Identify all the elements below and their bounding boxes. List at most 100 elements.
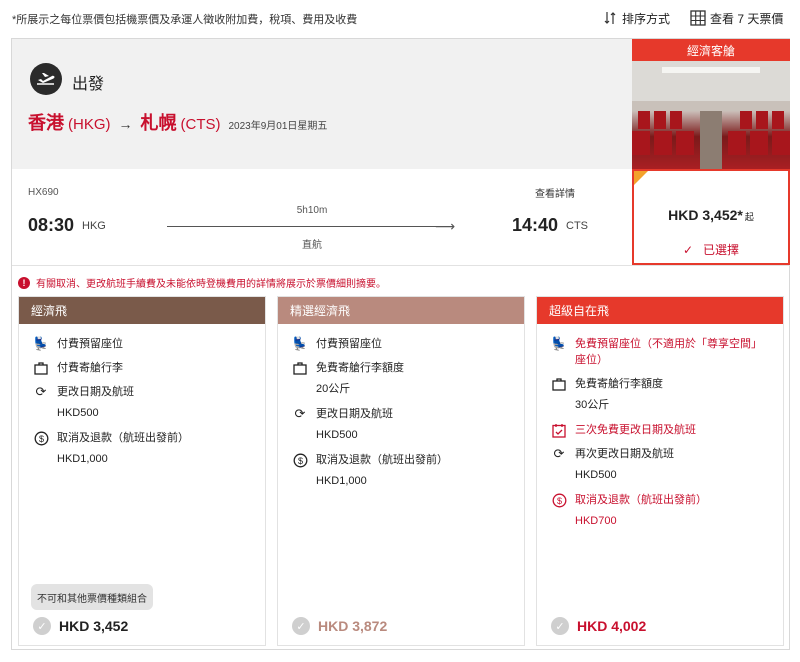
flight-date: 2023年9月01日星期五 xyxy=(228,121,328,132)
warning-text: 有關取消、更改航班手續費及未能依時登機費用的詳情將展示於票價細則摘要。 xyxy=(36,279,386,290)
check-circle-icon: ✓ xyxy=(292,617,310,635)
flight-duration: 5h10m xyxy=(296,205,328,216)
feature-detail: HKD500 xyxy=(57,407,99,419)
cabin-price-suffix: 起 xyxy=(744,212,754,222)
refund-icon: $ xyxy=(292,452,308,468)
feature-baggage: 免費寄艙行李額度 xyxy=(551,376,783,392)
departure-header: 出發 香港 (HKG) → 札幌 (CTS) 2023年9月01日星期五 xyxy=(12,39,632,169)
cabin-price-selected[interactable]: HKD 3,452* 起 ✓ 已選擇 xyxy=(632,169,790,265)
feature-seat: 💺 免費預留座位（不適用於「尊享空間」座位） xyxy=(551,336,783,368)
stops-label: 直航 xyxy=(302,240,322,251)
sort-icon xyxy=(604,12,616,24)
timeline-line xyxy=(167,226,445,227)
arrival-airport: CTS xyxy=(566,220,588,232)
fare-price[interactable]: ✓ HKD 4,002 xyxy=(551,617,646,635)
feature-change: ⟳ 更改日期及航班 xyxy=(33,384,265,400)
feature-text: 付費預留座位 xyxy=(316,338,382,350)
bag-icon xyxy=(551,376,567,392)
flight-details-link[interactable]: 查看詳情 xyxy=(535,185,575,200)
route-arrow-icon: → xyxy=(118,116,133,132)
refund-icon: $ xyxy=(551,492,567,508)
view-7-day-fares-button[interactable]: 查看 7 天票價 xyxy=(690,9,783,27)
feature-text: 付費寄艙行李 xyxy=(57,362,123,374)
fare-header: 超級自在飛 xyxy=(537,297,783,324)
flight-number: HX690 xyxy=(28,187,59,198)
departure-time: 08:30 xyxy=(28,215,75,235)
direction-label: 出發 xyxy=(72,76,105,93)
fare-price[interactable]: ✓ HKD 3,452 xyxy=(33,617,128,635)
alert-icon: ! xyxy=(18,276,30,289)
route: 香港 (HKG) → 札幌 (CTS) 2023年9月01日星期五 xyxy=(28,109,327,135)
sort-button[interactable]: 排序方式 xyxy=(604,9,670,27)
feature-seat: 💺 付費預留座位 xyxy=(33,336,265,352)
feature-text: 更改日期及航班 xyxy=(57,386,134,398)
fare-option-economy-plus[interactable]: 精選經濟飛 💺 付費預留座位 免費寄艙行李額度 20公斤 ⟳ 更改日期及航班 H… xyxy=(277,296,525,646)
arrival-time: 14:40 xyxy=(512,215,559,235)
fee-warning: ! 有關取消、更改航班手續費及未能依時登機費用的詳情將展示於票價細則摘要。 xyxy=(18,275,386,290)
week-label: 查看 7 天票價 xyxy=(710,11,784,26)
sort-label: 排序方式 xyxy=(622,11,671,26)
change-icon: ⟳ xyxy=(553,446,565,461)
feature-text: 三次免費更改日期及航班 xyxy=(575,424,696,436)
fare-note: *所展示之每位票價包括機票價及承運人徵收附加費，稅項、費用及收費 xyxy=(12,14,358,26)
change-icon: ⟳ xyxy=(294,406,306,421)
fare-amount: HKD 3,872 xyxy=(318,618,388,634)
destination-city: 札幌 xyxy=(140,113,177,133)
bag-icon xyxy=(33,360,49,376)
timeline-arrow-icon: ⟶ xyxy=(435,218,456,234)
bag-icon xyxy=(292,360,308,376)
feature-detail: HKD700 xyxy=(575,515,617,527)
feature-text: 更改日期及航班 xyxy=(316,408,393,420)
feature-detail: HKD500 xyxy=(316,429,358,441)
divider xyxy=(12,265,790,266)
calendar-check-icon xyxy=(551,422,567,438)
feature-text: 免費寄艙行李額度 xyxy=(575,378,663,390)
feature-refund: $ 取消及退款（航班出發前） xyxy=(292,452,524,468)
feature-detail: 20公斤 xyxy=(316,383,351,395)
fare-price[interactable]: ✓ HKD 3,872 xyxy=(292,617,387,635)
feature-seat: 💺 付費預留座位 xyxy=(292,336,524,352)
plane-takeoff-icon xyxy=(30,63,62,95)
cabin-price: HKD 3,452* 起 xyxy=(634,207,788,223)
destination-code: (CTS) xyxy=(180,116,221,133)
origin-city: 香港 xyxy=(28,113,64,133)
feature-change: ⟳ 更改日期及航班 xyxy=(292,406,524,422)
fare-option-super-flex[interactable]: 超級自在飛 💺 免費預留座位（不適用於「尊享空間」座位） 免費寄艙行李額度 30… xyxy=(536,296,784,646)
change-icon: ⟳ xyxy=(35,384,47,399)
feature-change: ⟳ 再次更改日期及航班 xyxy=(551,446,783,462)
feature-detail: HKD1,000 xyxy=(57,453,108,465)
fare-option-economy[interactable]: 經濟飛 💺 付費預留座位 付費寄艙行李 ⟳ 更改日期及航班 HKD500 $ 取… xyxy=(18,296,266,646)
feature-text: 再次更改日期及航班 xyxy=(575,448,674,460)
feature-text: 免費預留座位（不適用於「尊享空間」座位） xyxy=(575,338,762,366)
feature-detail: HKD1,000 xyxy=(316,475,367,487)
fare-amount: HKD 3,452 xyxy=(59,618,129,634)
feature-detail: 30公斤 xyxy=(575,399,610,411)
fare-header: 精選經濟飛 xyxy=(278,297,524,324)
selected-label: 已選擇 xyxy=(703,243,740,257)
origin-code: (HKG) xyxy=(68,116,111,133)
cabin-title: 經濟客艙 xyxy=(632,39,790,61)
refund-icon: $ xyxy=(33,430,49,446)
fare-header: 經濟飛 xyxy=(19,297,265,324)
feature-text: 取消及退款（航班出發前） xyxy=(57,432,189,444)
top-bar: *所展示之每位票價包括機票價及承運人徵收附加費，稅項、費用及收費 排序方式 查看… xyxy=(0,0,800,36)
cabin-price-amount: HKD 3,452* xyxy=(668,207,743,223)
feature-free-change: 三次免費更改日期及航班 xyxy=(551,422,783,438)
svg-text:$: $ xyxy=(556,496,561,506)
feature-refund: $ 取消及退款（航班出發前） xyxy=(33,430,265,446)
feature-baggage: 免費寄艙行李額度 xyxy=(292,360,524,376)
fare-amount: HKD 4,002 xyxy=(577,618,647,634)
seat-icon: 💺 xyxy=(291,336,309,351)
feature-text: 取消及退款（航班出發前） xyxy=(575,494,707,506)
feature-text: 付費預留座位 xyxy=(57,338,123,350)
selected-status: ✓ 已選擇 xyxy=(634,241,788,258)
seat-icon: 💺 xyxy=(32,336,50,351)
svg-text:$: $ xyxy=(297,456,302,466)
check-circle-icon: ✓ xyxy=(551,617,569,635)
feature-baggage: 付費寄艙行李 xyxy=(33,360,265,376)
cabin-panel: 經濟客艙 xyxy=(632,39,790,169)
feature-text: 免費寄艙行李額度 xyxy=(316,362,404,374)
flight-card: 出發 香港 (HKG) → 札幌 (CTS) 2023年9月01日星期五 經濟客… xyxy=(11,38,790,650)
feature-text: 取消及退款（航班出發前） xyxy=(316,454,448,466)
selected-corner-flag xyxy=(634,171,648,185)
